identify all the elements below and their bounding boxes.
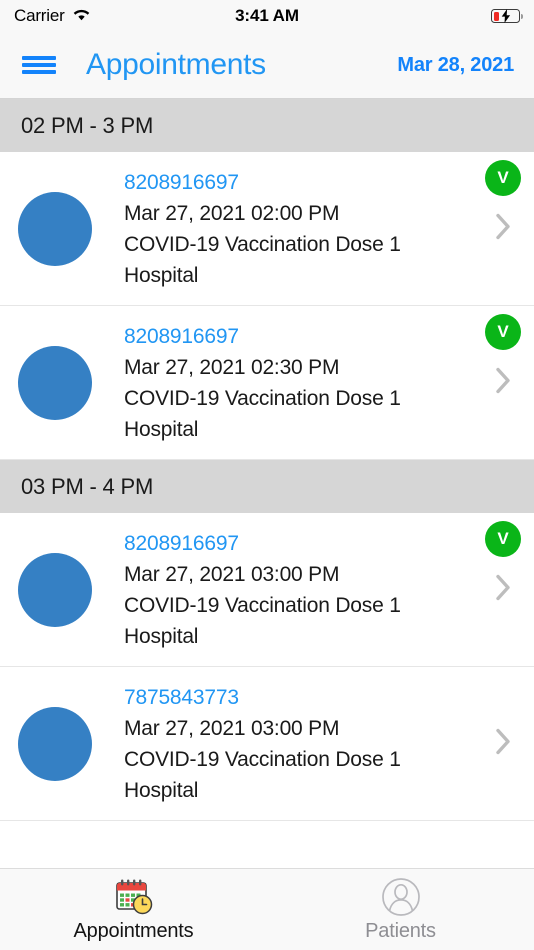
calendar-clock-icon <box>114 877 154 917</box>
chevron-right-icon[interactable] <box>495 573 512 606</box>
tab-bar: Appointments Patients <box>0 868 534 950</box>
appointments-list[interactable]: 02 PM - 3 PM 8208916697 Mar 27, 2021 02:… <box>0 98 534 868</box>
appointment-details: 8208916697 Mar 27, 2021 03:00 PM COVID-1… <box>124 529 401 651</box>
page-title: Appointments <box>86 48 266 81</box>
patient-phone[interactable]: 8208916697 <box>124 168 401 197</box>
tab-patients[interactable]: Patients <box>267 869 534 950</box>
section-header: 03 PM - 4 PM <box>0 460 534 513</box>
avatar <box>18 345 92 420</box>
chevron-right-icon[interactable] <box>495 366 512 399</box>
status-badge: V <box>485 521 521 557</box>
chevron-right-icon[interactable] <box>495 727 512 760</box>
appointment-datetime: Mar 27, 2021 02:30 PM <box>124 355 340 379</box>
battery-charging-low-icon <box>491 9 523 23</box>
patient-phone[interactable]: 8208916697 <box>124 322 401 351</box>
app-screen: Carrier 3:41 AM Appointments Mar 28, 202… <box>0 0 534 950</box>
appointment-details: 8208916697 Mar 27, 2021 02:30 PM COVID-1… <box>124 322 401 444</box>
status-bar-left: Carrier <box>14 6 91 26</box>
navigation-bar: Appointments Mar 28, 2021 <box>0 32 534 98</box>
date-selector[interactable]: Mar 28, 2021 <box>397 54 514 77</box>
battery-fill <box>493 11 499 21</box>
avatar <box>18 552 92 627</box>
appointment-location: Hospital <box>124 624 199 648</box>
appointment-datetime: Mar 27, 2021 02:00 PM <box>124 201 340 225</box>
patient-phone[interactable]: 8208916697 <box>124 529 401 558</box>
wifi-icon <box>72 7 91 26</box>
tab-label: Appointments <box>73 919 194 942</box>
patient-phone[interactable]: 7875843773 <box>124 683 401 712</box>
section-header: 02 PM - 3 PM <box>0 99 534 152</box>
appointment-details: 7875843773 Mar 27, 2021 03:00 PM COVID-1… <box>124 683 401 805</box>
status-badge: V <box>485 314 521 350</box>
appointment-service: COVID-19 Vaccination Dose 1 <box>124 747 401 771</box>
status-badge: V <box>485 160 521 196</box>
hamburger-bar <box>22 63 56 67</box>
appointment-row[interactable]: 8208916697 Mar 27, 2021 02:30 PM COVID-1… <box>0 306 534 460</box>
appointment-service: COVID-19 Vaccination Dose 1 <box>124 386 401 410</box>
status-bar: Carrier 3:41 AM <box>0 0 534 32</box>
carrier-label: Carrier <box>14 6 65 25</box>
person-circle-icon <box>381 877 421 917</box>
appointment-location: Hospital <box>124 263 199 287</box>
tab-label: Patients <box>365 919 436 942</box>
appointment-row[interactable]: 8208916697 Mar 27, 2021 02:00 PM COVID-1… <box>0 152 534 306</box>
appointment-location: Hospital <box>124 417 199 441</box>
charging-bolt-icon <box>501 9 510 23</box>
appointment-service: COVID-19 Vaccination Dose 1 <box>124 232 401 256</box>
appointment-datetime: Mar 27, 2021 03:00 PM <box>124 716 340 740</box>
appointment-location: Hospital <box>124 778 199 802</box>
status-bar-right <box>491 9 523 23</box>
tab-appointments[interactable]: Appointments <box>0 869 267 950</box>
appointment-details: 8208916697 Mar 27, 2021 02:00 PM COVID-1… <box>124 168 401 290</box>
avatar <box>18 706 92 781</box>
avatar <box>18 191 92 266</box>
chevron-right-icon[interactable] <box>495 212 512 245</box>
appointment-service: COVID-19 Vaccination Dose 1 <box>124 593 401 617</box>
hamburger-bar <box>22 56 56 60</box>
appointment-row[interactable]: 7875843773 Mar 27, 2021 03:00 PM COVID-1… <box>0 667 534 821</box>
hamburger-menu-icon[interactable] <box>22 53 56 77</box>
hamburger-bar <box>22 70 56 74</box>
appointment-row[interactable]: 8208916697 Mar 27, 2021 03:00 PM COVID-1… <box>0 513 534 667</box>
appointment-datetime: Mar 27, 2021 03:00 PM <box>124 562 340 586</box>
